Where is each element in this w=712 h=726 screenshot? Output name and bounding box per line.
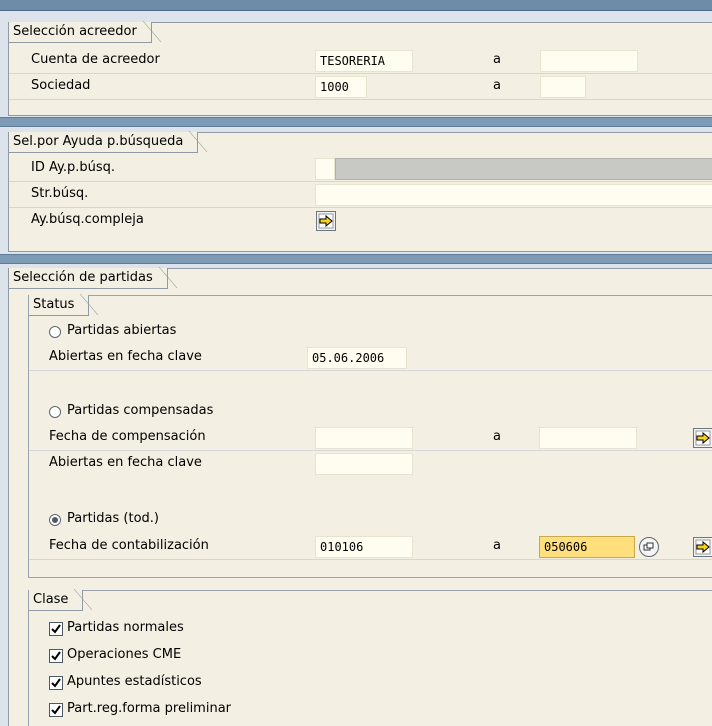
label-str-busq: Str.búsq.	[31, 186, 89, 201]
fecha-compensacion-to-input[interactable]	[539, 427, 637, 449]
status-subgroup: Status Partidas abiertas Abiertas en fec…	[28, 294, 712, 578]
search-help-icon	[643, 542, 654, 551]
checkmark-icon	[51, 651, 61, 661]
status-subgroup-title: Status	[29, 294, 99, 316]
label-partidas-todas: Partidas (tod.)	[67, 511, 159, 526]
row-id-ayuda: ID Ay.p.búsq.	[9, 157, 712, 182]
fecha-contabilizacion-from-input[interactable]: 010106	[315, 536, 413, 558]
row-abiertas-fecha: Abiertas en fecha clave 05.06.2006	[29, 346, 712, 371]
ayuda-group-title: Sel.por Ayuda p.búsqueda	[9, 131, 208, 153]
label-fecha-compensacion: Fecha de compensación	[49, 429, 206, 444]
clase-subgroup-title: Clase	[29, 589, 93, 611]
fecha-compensacion-from-input[interactable]	[315, 427, 413, 449]
arrow-right-icon	[318, 213, 334, 229]
checkmark-icon	[51, 705, 61, 715]
multiple-selection-button[interactable]	[693, 428, 712, 448]
checkbox-part-reg-preliminar[interactable]	[49, 703, 63, 717]
label-ayuda-compleja: Ay.búsq.compleja	[31, 212, 144, 227]
checkmark-icon	[51, 624, 61, 634]
checkbox-operaciones-cme[interactable]	[49, 649, 63, 663]
label-a: a	[493, 52, 501, 67]
row-fecha-compensacion: Fecha de compensación a	[29, 426, 712, 451]
section-separator	[0, 117, 712, 127]
label-partidas-abiertas: Partidas abiertas	[67, 323, 177, 338]
label-a: a	[493, 538, 501, 553]
row-ayuda-compleja: Ay.búsq.compleja	[9, 209, 712, 233]
checkmark-icon	[51, 678, 61, 688]
label-compensadas-fecha-clave: Abiertas en fecha clave	[49, 455, 202, 470]
row-compensadas-fecha-clave: Abiertas en fecha clave	[29, 452, 712, 476]
label-a: a	[493, 78, 501, 93]
abiertas-fecha-clave-input[interactable]: 05.06.2006	[307, 347, 407, 369]
id-ayuda-description	[335, 158, 712, 180]
row-sociedad: Sociedad 1000 a	[9, 75, 712, 100]
fecha-contabilizacion-to-input[interactable]: 050606	[539, 536, 635, 558]
checkbox-apuntes-estadisticos[interactable]	[49, 676, 63, 690]
checkbox-partidas-normales[interactable]	[49, 622, 63, 636]
row-cuenta-acreedor: Cuenta de acreedor TESORERIA a	[9, 49, 712, 74]
section-separator	[0, 254, 712, 264]
label-id-ayuda: ID Ay.p.búsq.	[31, 160, 115, 175]
label-fecha-contabilizacion: Fecha de contabilización	[49, 538, 209, 553]
radio-partidas-abiertas[interactable]	[49, 326, 61, 338]
radio-partidas-todas[interactable]	[49, 514, 61, 526]
label-sociedad: Sociedad	[31, 78, 91, 93]
row-str-busq: Str.búsq.	[9, 183, 712, 208]
label-cuenta-acreedor: Cuenta de acreedor	[31, 52, 160, 67]
partidas-group-title: Selección de partidas	[9, 267, 177, 289]
complex-search-button[interactable]	[316, 211, 336, 231]
multiple-selection-icon	[695, 539, 711, 555]
cuenta-acreedor-from-input[interactable]: TESORERIA	[315, 50, 413, 72]
ayuda-group: Sel.por Ayuda p.búsqueda ID Ay.p.búsq. S…	[8, 131, 712, 252]
label-partidas-compensadas: Partidas compensadas	[67, 403, 214, 418]
label-partidas-normales: Partidas normales	[67, 620, 184, 635]
label-apuntes-estadisticos: Apuntes estadísticos	[67, 674, 202, 689]
label-operaciones-cme: Operaciones CME	[67, 647, 182, 662]
multiple-selection-icon	[695, 430, 711, 446]
compensadas-fecha-clave-input[interactable]	[315, 453, 413, 475]
id-ayuda-input[interactable]	[315, 158, 335, 180]
label-abiertas-fecha-clave: Abiertas en fecha clave	[49, 349, 202, 364]
clase-subgroup: Clase Partidas normales Operaciones CME …	[28, 589, 712, 726]
label-a: a	[493, 429, 501, 444]
cuenta-acreedor-to-input[interactable]	[540, 50, 638, 72]
radio-partidas-compensadas[interactable]	[49, 406, 61, 418]
acreedor-group: Selección acreedor Cuenta de acreedor TE…	[8, 21, 712, 116]
multiple-selection-button[interactable]	[693, 537, 712, 557]
row-fecha-contabilizacion: Fecha de contabilización 010106 a 050606	[29, 535, 712, 560]
sociedad-from-input[interactable]: 1000	[315, 76, 367, 98]
str-busq-input[interactable]	[315, 184, 712, 206]
search-help-button[interactable]	[639, 537, 659, 557]
sociedad-to-input[interactable]	[540, 76, 586, 98]
acreedor-group-title: Selección acreedor	[9, 21, 161, 43]
label-part-reg-preliminar: Part.reg.forma preliminar	[67, 701, 232, 716]
top-header-bar	[0, 0, 712, 11]
